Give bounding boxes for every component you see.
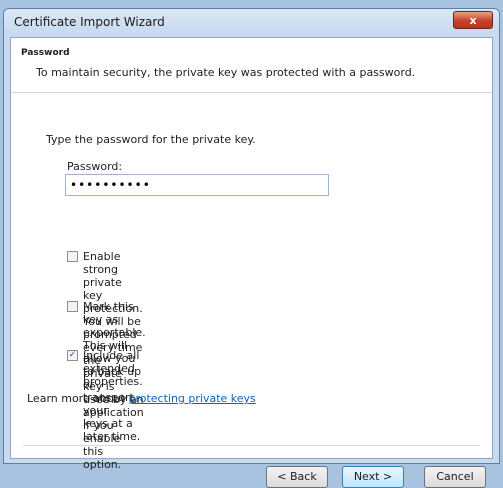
password-field[interactable]: ••••••••••: [65, 174, 329, 196]
learn-more-text: Learn more about: [27, 392, 129, 405]
extended-properties-checkbox[interactable]: ✓: [67, 350, 78, 361]
learn-more: Learn more about protecting private keys: [27, 392, 256, 405]
wizard-window: Certificate Import Wizard x Password To …: [3, 8, 500, 488]
page-title: Password: [21, 48, 70, 58]
back-button[interactable]: < Back: [266, 466, 328, 488]
close-icon: x: [469, 14, 477, 27]
extended-properties-label: Include all extended properties.: [83, 349, 143, 388]
window-title: Certificate Import Wizard: [14, 15, 165, 29]
wizard-body: Type the password for the private key. P…: [11, 93, 492, 488]
password-label: Password:: [67, 160, 123, 173]
strong-protection-checkbox[interactable]: [67, 251, 78, 262]
title-bar: Certificate Import Wizard x: [4, 9, 499, 37]
cancel-button[interactable]: Cancel: [424, 466, 486, 488]
exportable-checkbox[interactable]: [67, 301, 78, 312]
footer-divider: [23, 445, 480, 446]
close-button[interactable]: x: [453, 11, 493, 29]
wizard-header: Password To maintain security, the priva…: [11, 38, 492, 93]
protecting-private-keys-link[interactable]: protecting private keys: [128, 392, 255, 405]
password-prompt: Type the password for the private key.: [46, 133, 256, 146]
next-button[interactable]: Next >: [342, 466, 404, 488]
wizard-client-area: Password To maintain security, the priva…: [10, 37, 493, 488]
page-description: To maintain security, the private key wa…: [36, 66, 416, 79]
